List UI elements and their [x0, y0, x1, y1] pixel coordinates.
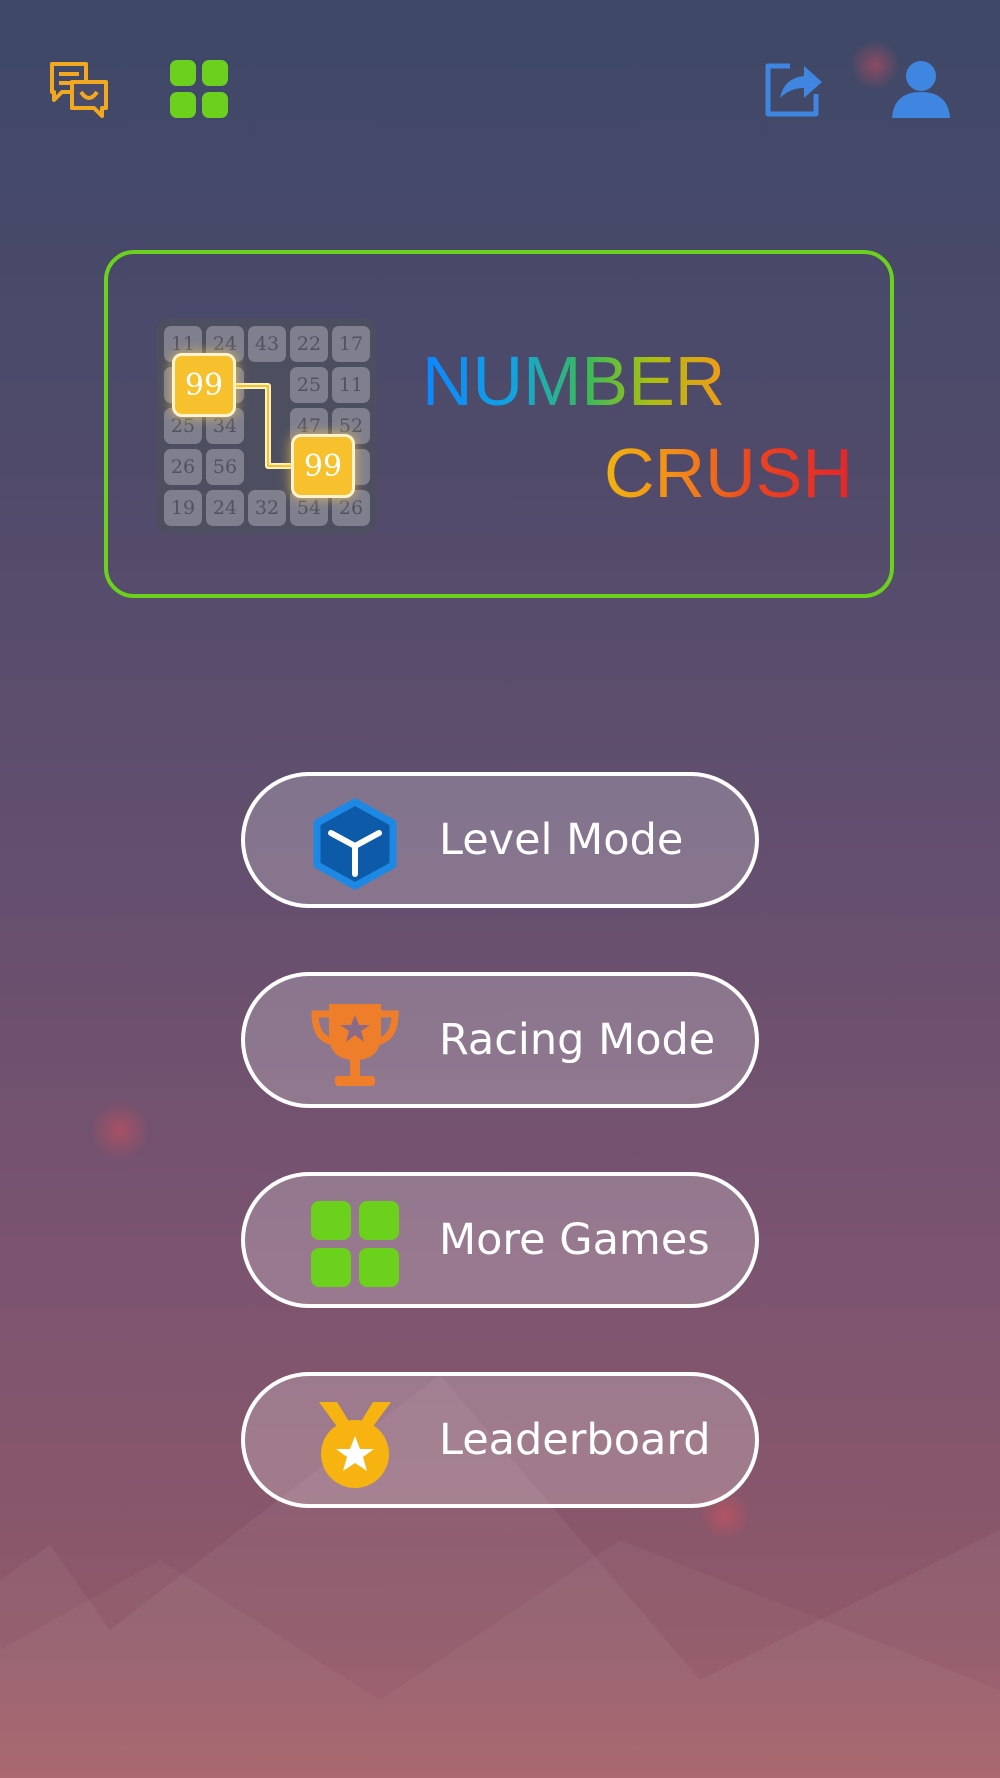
level-mode-label: Level Mode — [439, 815, 684, 865]
more-games-top-button[interactable] — [168, 58, 230, 120]
more-games-label: More Games — [439, 1215, 710, 1265]
racing-mode-button[interactable]: Racing Mode — [241, 972, 759, 1108]
title-crush: CRUSH — [604, 434, 853, 512]
chat-bubbles-icon — [50, 62, 108, 118]
connection-line — [202, 383, 326, 469]
share-icon — [765, 63, 822, 117]
feedback-button[interactable] — [48, 58, 110, 120]
level-mode-button[interactable]: Level Mode — [241, 772, 759, 908]
trophy-icon — [309, 998, 401, 1090]
game-logo-card: 11 24 43 22 17 25 11 25 34 47 52 26 56 1… — [104, 250, 894, 598]
racing-mode-label: Racing Mode — [439, 1015, 716, 1065]
title-number: NUMBER — [422, 342, 726, 420]
four-squares-icon — [170, 60, 228, 118]
user-icon — [892, 61, 950, 118]
profile-button[interactable] — [890, 58, 952, 120]
leaderboard-button[interactable]: Leaderboard — [241, 1372, 759, 1508]
four-squares-icon — [309, 1198, 401, 1290]
cube-icon — [309, 798, 401, 890]
leaderboard-label: Leaderboard — [439, 1415, 711, 1465]
highlight-tile: 99 — [291, 434, 355, 498]
share-button[interactable] — [762, 58, 824, 120]
number-grid-preview: 11 24 43 22 17 25 11 25 34 47 52 26 56 1… — [156, 318, 376, 534]
highlight-tile: 99 — [172, 353, 236, 417]
more-games-button[interactable]: More Games — [241, 1172, 759, 1308]
medal-icon — [309, 1398, 401, 1490]
bokeh-light — [90, 1100, 150, 1160]
